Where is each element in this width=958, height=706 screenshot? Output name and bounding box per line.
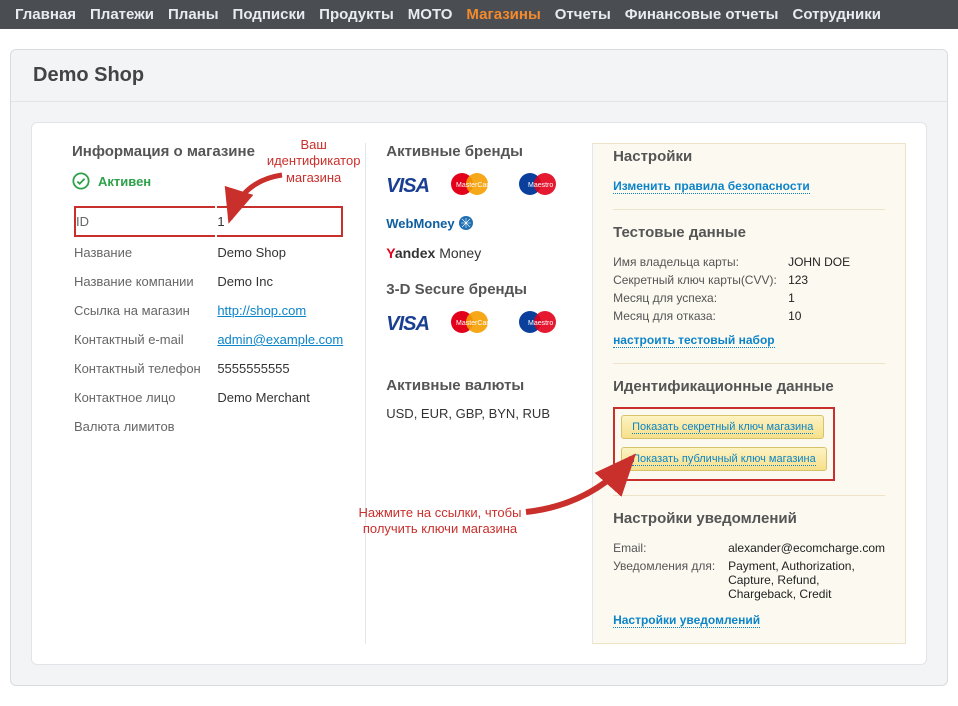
- cvv-v: 123: [788, 273, 808, 287]
- show-public-key-button[interactable]: Показать публичный ключ магазина: [621, 447, 827, 471]
- fail-k: Месяц для отказа:: [613, 309, 788, 323]
- notif-for-k: Уведомления для:: [613, 559, 728, 601]
- cvv-k: Секретный ключ карты(CVV):: [613, 273, 788, 287]
- shop-url-link[interactable]: http://shop.com: [217, 303, 306, 318]
- nav-plany[interactable]: Планы: [163, 2, 224, 27]
- top-nav: Главная Платежи Планы Подписки Продукты …: [0, 0, 958, 29]
- page-title: Demo Shop: [33, 64, 925, 87]
- url-label: Ссылка на магазин: [74, 297, 215, 324]
- webmoney-logo: WebMoney: [386, 215, 474, 231]
- mastercard-3d-logo: MasterCard: [447, 310, 497, 339]
- active-currencies-heading: Активные валюты: [386, 377, 572, 394]
- nav-platezhi[interactable]: Платежи: [85, 2, 159, 27]
- visa-3d-logo: VISA: [386, 313, 429, 336]
- nav-glavnaya[interactable]: Главная: [10, 2, 81, 27]
- fail-v: 10: [788, 309, 801, 323]
- notif-heading: Настройки уведомлений: [613, 510, 885, 527]
- nav-magaziny[interactable]: Магазины: [461, 2, 545, 27]
- owner-k: Имя владельца карты:: [613, 255, 788, 269]
- success-k: Месяц для успеха:: [613, 291, 788, 305]
- contact-label: Контактное лицо: [74, 384, 215, 411]
- nav-fin-otchety[interactable]: Финансовые отчеты: [620, 2, 784, 27]
- shop-email-link[interactable]: admin@example.com: [217, 332, 343, 347]
- nav-otchety[interactable]: Отчеты: [550, 2, 616, 27]
- maestro-3d-logo: Maestro: [515, 310, 565, 339]
- name-value: Demo Shop: [217, 239, 343, 266]
- company-label: Название компании: [74, 268, 215, 295]
- testdata-heading: Тестовые данные: [613, 224, 885, 241]
- name-label: Название: [74, 239, 215, 266]
- yandex-money-logo: Yandex Money: [386, 245, 481, 261]
- security-settings-link[interactable]: Изменить правила безопасности: [613, 179, 810, 194]
- show-secret-key-button[interactable]: Показать секретный ключ магазина: [621, 415, 824, 439]
- company-value: Demo Inc: [217, 268, 343, 295]
- svg-text:MasterCard: MasterCard: [456, 182, 493, 189]
- nav-sotrudniki[interactable]: Сотрудники: [787, 2, 885, 27]
- id-label: ID: [74, 206, 215, 237]
- svg-text:Maestro: Maestro: [528, 320, 553, 327]
- notif-email-k: Email:: [613, 541, 728, 555]
- active-brands-heading: Активные бренды: [386, 143, 572, 160]
- notif-for-v: Payment, Authorization, Capture, Refund,…: [728, 559, 885, 601]
- nav-moto[interactable]: МОТО: [403, 2, 458, 27]
- email-label: Контактный e-mail: [74, 326, 215, 353]
- creds-heading: Идентификационные данные: [613, 378, 885, 395]
- visa-logo: VISA: [386, 175, 429, 198]
- nav-podpiski[interactable]: Подписки: [228, 2, 311, 27]
- phone-label: Контактный телефон: [74, 355, 215, 382]
- owner-v: JOHN DOE: [788, 255, 850, 269]
- configure-testset-link[interactable]: настроить тестовый набор: [613, 333, 775, 348]
- success-v: 1: [788, 291, 795, 305]
- annotation-id-hint: Ваш идентификатор магазина: [262, 137, 365, 186]
- limit-currency-label: Валюта лимитов: [74, 413, 215, 440]
- contact-value: Demo Merchant: [217, 384, 343, 411]
- nav-produkty[interactable]: Продукты: [314, 2, 399, 27]
- active-currencies-value: USD, EUR, GBP, BYN, RUB: [386, 406, 572, 421]
- svg-text:Maestro: Maestro: [528, 182, 553, 189]
- id-value: 1: [217, 206, 343, 237]
- check-circle-icon: [72, 172, 90, 190]
- notif-settings-link[interactable]: Настройки уведомлений: [613, 613, 760, 628]
- shop-status: Активен: [98, 174, 151, 189]
- threed-brands-heading: 3-D Secure бренды: [386, 281, 572, 298]
- settings-heading: Настройки: [613, 148, 885, 165]
- annotation-keys-hint: Нажмите на ссылки, чтобы получить ключи …: [355, 505, 525, 538]
- svg-text:MasterCard: MasterCard: [456, 320, 493, 327]
- phone-value: 5555555555: [217, 355, 343, 382]
- notif-email-v: alexander@ecomcharge.com: [728, 541, 885, 555]
- mastercard-logo: MasterCard: [447, 172, 497, 201]
- maestro-logo: Maestro: [515, 172, 565, 201]
